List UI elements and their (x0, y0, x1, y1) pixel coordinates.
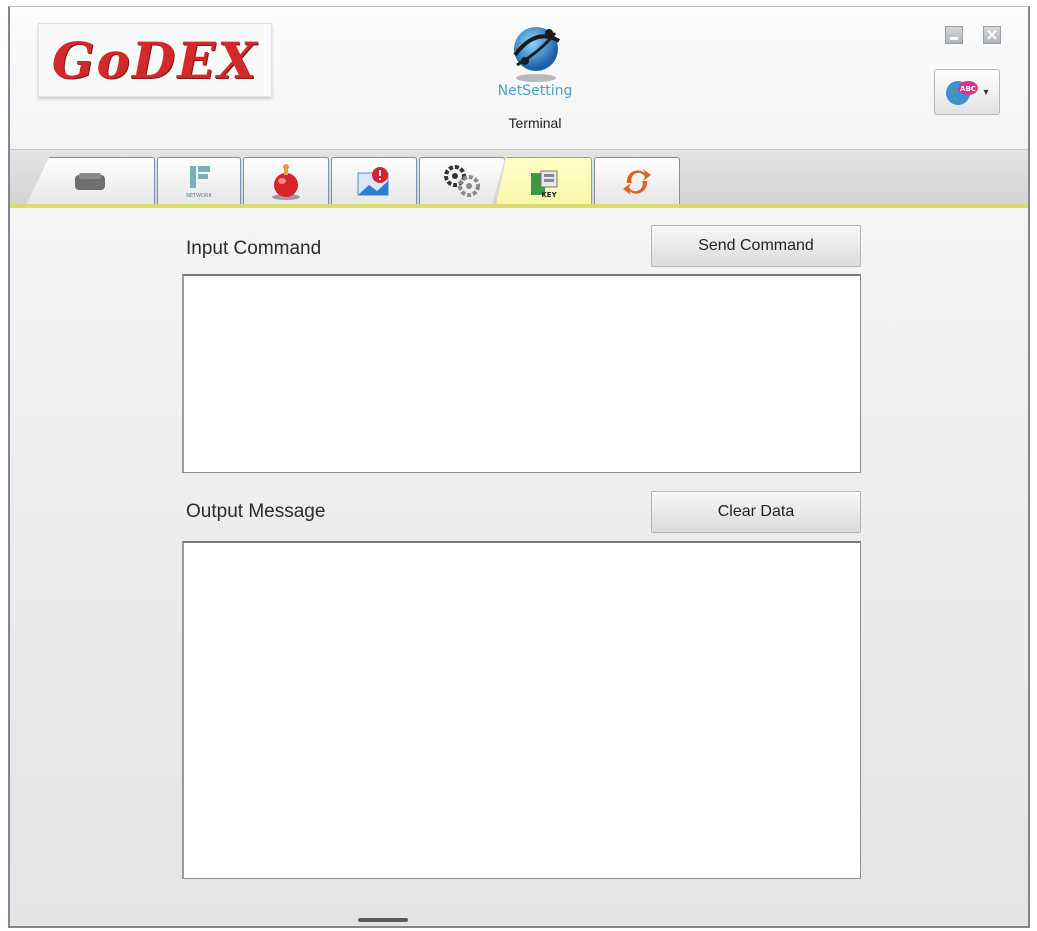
refresh-icon (623, 168, 651, 195)
globe-abc-icon: ABC (946, 81, 979, 105)
godex-logo: GoDEX (38, 23, 272, 97)
chevron-down-icon: ▾ (983, 86, 989, 98)
clear-data-button[interactable]: Clear Data (651, 491, 861, 533)
terminal-key-icon: KEY (530, 170, 557, 199)
close-icon (987, 30, 997, 40)
app-name: NetSetting (497, 83, 573, 99)
taskbar-indicator (358, 918, 408, 922)
tab-network[interactable]: NETWORK (157, 157, 241, 205)
svg-text:KEY: KEY (541, 191, 557, 199)
app-subtitle: Terminal (508, 115, 562, 131)
output-message-label: Output Message (186, 501, 326, 522)
language-badge-text: ABC (961, 85, 977, 93)
language-dropdown[interactable]: ABC ▾ (934, 69, 1000, 115)
close-button[interactable] (983, 26, 1001, 44)
mail-alert-icon (357, 166, 389, 195)
input-command-label: Input Command (186, 238, 322, 259)
network-icon: NETWORK (186, 165, 213, 199)
minimize-button[interactable] (945, 26, 963, 44)
tab-alert[interactable] (243, 157, 329, 205)
tab-mail-alert[interactable] (331, 157, 417, 205)
input-command-field[interactable] (182, 274, 861, 473)
tab-refresh[interactable] (594, 157, 680, 205)
printer-icon (75, 172, 105, 190)
netsetting-window: GoDEX NetSetting Terminal ABC ▾ NETWORK … (8, 6, 1030, 928)
header-bar: GoDEX NetSetting Terminal ABC ▾ (10, 7, 1028, 150)
settings-gears-icon (444, 164, 480, 197)
send-command-button[interactable]: Send Command (651, 225, 861, 267)
svg-text:NETWORK: NETWORK (186, 193, 212, 199)
netsetting-globe-icon (513, 27, 561, 82)
alert-bell-icon (272, 163, 300, 200)
output-message-field[interactable] (182, 541, 861, 879)
tab-terminal[interactable]: KEY (495, 157, 592, 209)
minimize-icon (950, 36, 958, 40)
tab-settings[interactable] (419, 157, 505, 205)
logo-text: GoDEX (51, 30, 259, 90)
